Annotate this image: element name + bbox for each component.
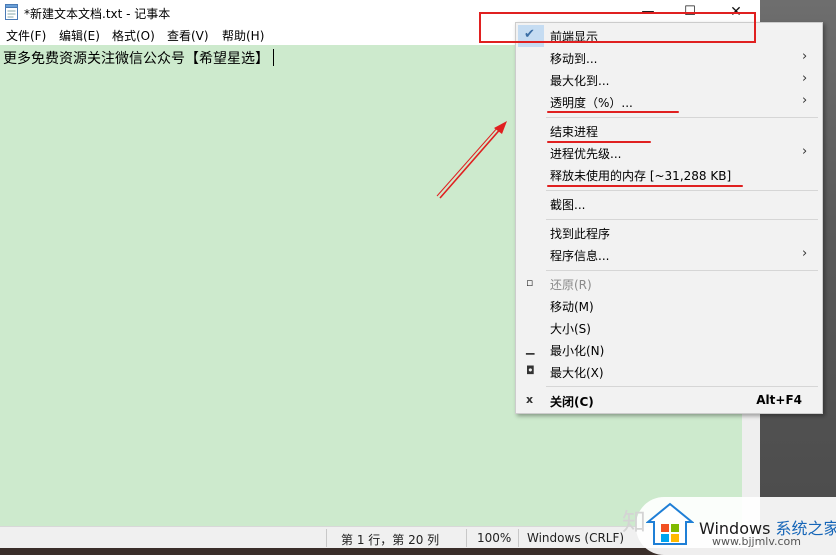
annotation-arrow	[436, 121, 507, 199]
windows-house-logo	[646, 502, 694, 545]
watermark-url: www.bjjmlv.com	[712, 535, 801, 548]
watermark-zhi: 知	[622, 508, 646, 536]
